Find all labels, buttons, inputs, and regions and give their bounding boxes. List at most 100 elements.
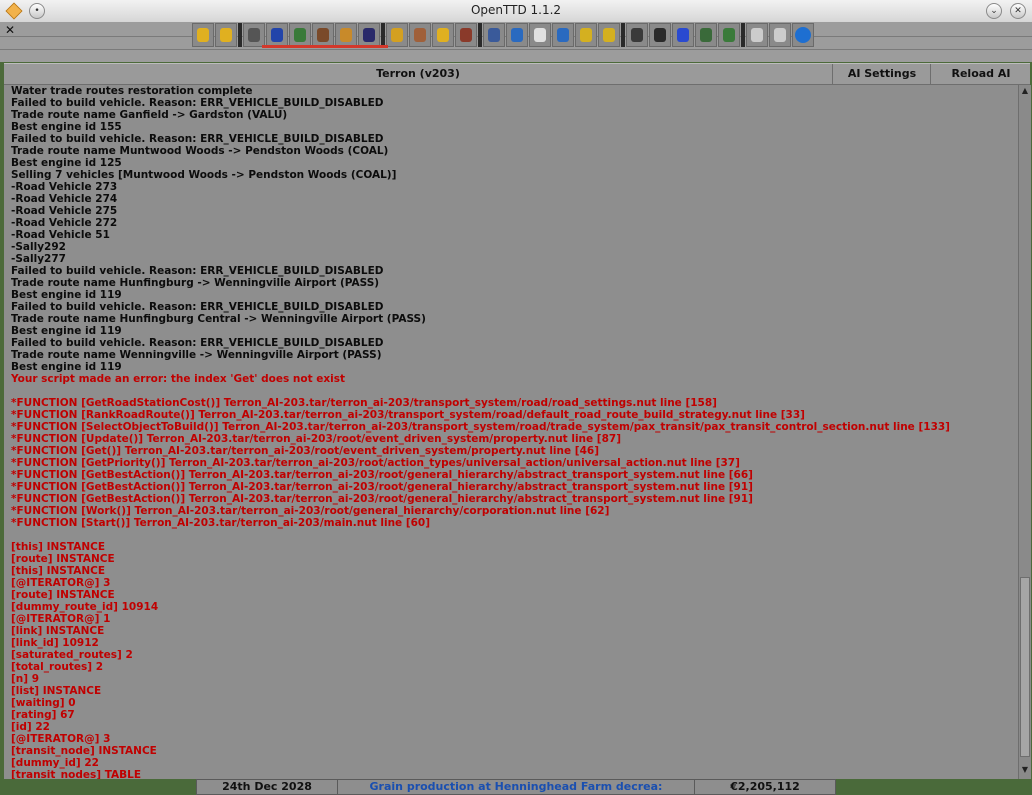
log-line: Best engine id 119 [11,361,122,373]
log-line: Trade route name Ganfield -> Gardston (V… [11,109,288,121]
log-error-line: [dummy_id] 22 [11,757,99,769]
window-title: OpenTTD 1.1.2 [470,3,562,17]
town-directory-icon[interactable] [312,23,334,47]
log-error-line: [list] INSTANCE [11,685,102,697]
toolbar-separator [238,23,242,47]
company-face-icon[interactable] [409,23,431,47]
landscaping-icon[interactable] [718,23,740,47]
road-vehicle-list-icon[interactable] [506,23,528,47]
ship-list-icon[interactable] [529,23,551,47]
log-line: Best engine id 155 [11,121,122,133]
log-error-line: [waiting] 0 [11,697,76,709]
log-line: Failed to build vehicle. Reason: ERR_VEH… [11,265,384,277]
reload-ai-button[interactable]: Reload AI [930,64,1031,84]
log-line: Best engine id 119 [11,325,122,337]
log-line: Failed to build vehicle. Reason: ERR_VEH… [11,301,384,313]
log-line: Trade route name Hunfingburg Central -> … [11,313,426,325]
minimize-button[interactable]: ⌄ [986,3,1002,19]
ai-log-lines: Water trade routes restoration complete F… [11,85,950,779]
log-line: Best engine id 125 [11,157,122,169]
train-list-icon[interactable] [483,23,505,47]
window-title-bar: • OpenTTD 1.1.2 ⌄ ✕ [0,0,1032,23]
finances-icon[interactable] [386,23,408,47]
log-error-line: [transit_nodes] TABLE [11,769,142,779]
zoom-out-icon[interactable] [598,23,620,47]
log-error-line: *FUNCTION [SelectObjectToBuild()] Terron… [11,421,950,433]
save-disk-icon[interactable] [266,23,288,47]
build-rail-icon[interactable] [626,23,648,47]
log-error-line: [route] INSTANCE [11,589,115,601]
pause-icon[interactable] [192,23,214,47]
log-error-line: *FUNCTION [GetBestAction()] Terron_AI-20… [11,493,753,505]
log-line: Trade route name Hunfingburg -> Wenningv… [11,277,380,289]
build-road-icon[interactable] [649,23,671,47]
log-error-line: *FUNCTION [GetRoadStationCost()] Terron_… [11,397,717,409]
log-line: Failed to build vehicle. Reason: ERR_VEH… [11,97,384,109]
log-line: -Road Vehicle 51 [11,229,110,241]
log-error-line: [link] INSTANCE [11,625,105,637]
music-icon[interactable] [746,23,768,47]
log-line: Trade route name Wenningville -> Wenning… [11,349,382,361]
toolbar-separator [381,23,385,47]
log-line: -Road Vehicle 273 [11,181,118,193]
log-line: -Sally292 [11,241,66,253]
log-error-line [11,529,950,541]
aircraft-list-icon[interactable] [552,23,574,47]
log-error-line: [total_routes] 2 [11,661,104,673]
log-line: Failed to build vehicle. Reason: ERR_VEH… [11,337,384,349]
ai-settings-button[interactable]: AI Settings [832,64,931,84]
close-toolbar-icon[interactable]: ✕ [4,24,16,36]
scroll-up-arrow-icon[interactable]: ▲ [1020,86,1030,96]
toolbar-separator [621,23,625,47]
settings-gear-icon[interactable] [243,23,265,47]
subsidies-icon[interactable] [335,23,357,47]
messages-icon[interactable] [769,23,791,47]
status-money: €2,205,112 [694,779,836,795]
ai-log-panel: Water trade routes restoration complete F… [4,85,1018,779]
log-scrollbar[interactable]: ▲ ▼ [1018,85,1031,779]
log-error-line: *FUNCTION [Update()] Terron_AI-203.tar/t… [11,433,622,445]
status-date: 24th Dec 2028 [196,779,338,795]
industry-icon[interactable] [455,23,477,47]
log-error-line: [dummy_route_id] 10914 [11,601,159,613]
league-trophy-icon[interactable] [432,23,454,47]
log-error-line: *FUNCTION [RankRoadRoute()] Terron_AI-20… [11,409,805,421]
log-line: Selling 7 vehicles [Muntwood Woods -> Pe… [11,169,397,181]
ai-company-tab[interactable]: Terron (v203) [4,67,832,80]
minimap-icon[interactable] [289,23,311,47]
station-list-icon[interactable] [358,23,380,47]
log-error-line: *FUNCTION [Work()] Terron_AI-203.tar/ter… [11,505,610,517]
help-icon[interactable] [792,23,814,47]
build-air-icon[interactable] [695,23,717,47]
ai-debug-header: Terron (v203) AI Settings Reload AI [4,63,1030,85]
build-water-icon[interactable] [672,23,694,47]
log-line: -Road Vehicle 274 [11,193,118,205]
log-line: Failed to build vehicle. Reason: ERR_VEH… [11,133,384,145]
status-bar: 24th Dec 2028 Grain production at Hennin… [0,779,1032,795]
log-line: -Road Vehicle 272 [11,217,118,229]
log-error-line: *FUNCTION [Get()] Terron_AI-203.tar/terr… [11,445,599,457]
log-line: -Road Vehicle 275 [11,205,118,217]
log-error-line: [route] INSTANCE [11,553,115,565]
log-error-line: *FUNCTION [GetPriority()] Terron_AI-203.… [11,457,740,469]
log-error-line: *FUNCTION [Start()] Terron_AI-203.tar/te… [11,517,431,529]
close-window-button[interactable]: ✕ [1010,3,1026,19]
log-error-line [11,385,950,397]
log-line: Water trade routes restoration complete [11,85,253,97]
log-error-line: [@ITERATOR@] 1 [11,613,111,625]
log-error-line: [saturated_routes] 2 [11,649,133,661]
log-line: Trade route name Muntwood Woods -> Pends… [11,145,389,157]
status-news-ticker[interactable]: Grain production at Henninghead Farm dec… [337,779,695,795]
log-error-line: [transit_node] INSTANCE [11,745,157,757]
toolbar-active-indicator [262,45,388,48]
scrollbar-thumb[interactable] [1020,577,1030,757]
log-error-line: [link_id] 10912 [11,637,99,649]
fast-forward-icon[interactable] [215,23,237,47]
log-line: -Sally277 [11,253,66,265]
log-error-line: Your script made an error: the index 'Ge… [11,373,346,385]
log-error-line: [this] INSTANCE [11,565,105,577]
scroll-down-arrow-icon[interactable]: ▼ [1020,765,1030,775]
toolbar-separator [478,23,482,47]
zoom-in-icon[interactable] [575,23,597,47]
log-error-line: [this] INSTANCE [11,541,105,553]
